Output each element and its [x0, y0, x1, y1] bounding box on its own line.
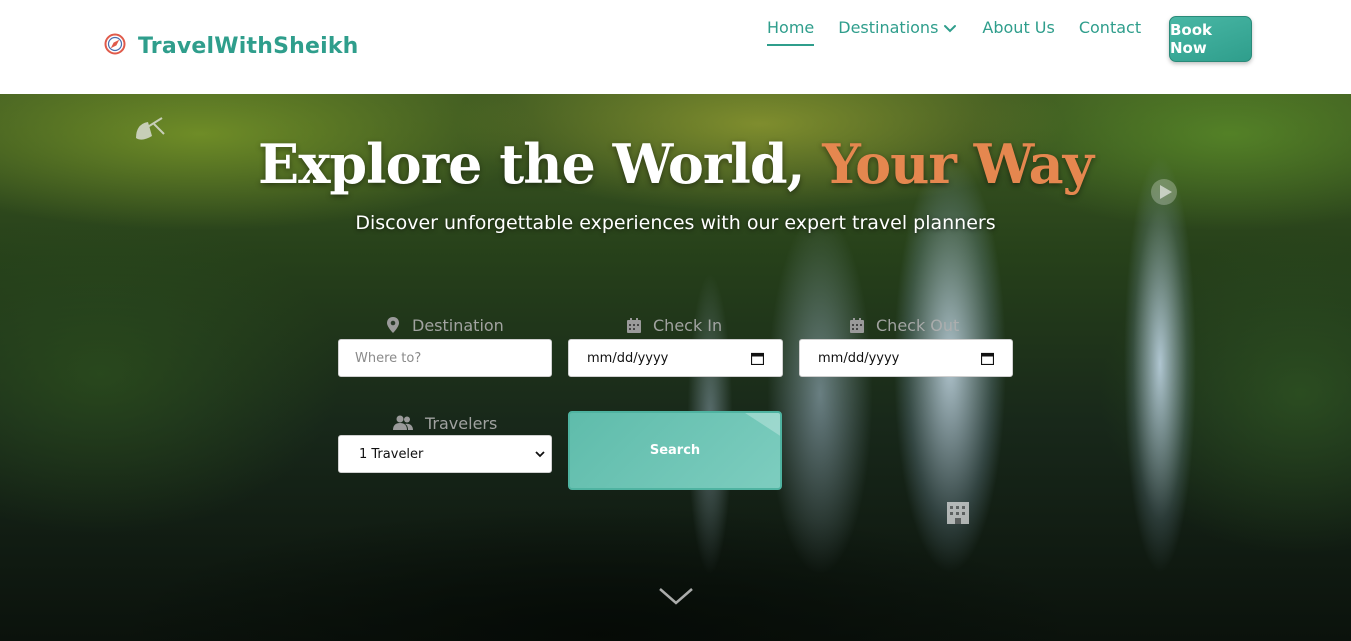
checkin-label-text: Check In: [653, 315, 723, 335]
calendar-icon: [627, 317, 641, 333]
checkout-value: mm/dd/yyyy: [818, 350, 900, 366]
hotel-icon: [947, 502, 969, 524]
checkout-label: Check Out: [850, 313, 959, 337]
brand-logo[interactable]: TravelWithSheikh: [104, 33, 359, 59]
checkin-label: Check In: [627, 313, 722, 337]
main-nav: Home Destinations About Us Contact: [767, 18, 1165, 46]
hero-title-main: Explore the World,: [258, 132, 823, 196]
chevron-down-icon: [535, 451, 545, 458]
destination-placeholder: Where to?: [355, 350, 422, 366]
travelers-label: Travelers: [393, 411, 497, 435]
search-button-corner: [742, 413, 780, 437]
site-header: TravelWithSheikh Home Destinations About…: [0, 0, 1351, 94]
search-button-label: Search: [649, 443, 701, 458]
checkout-label-text: Check Out: [876, 315, 960, 335]
nav-about[interactable]: About Us: [982, 18, 1054, 44]
calendar-icon: [850, 317, 864, 333]
users-icon: [393, 415, 413, 430]
nav-contact[interactable]: Contact: [1079, 18, 1141, 44]
checkout-date-input[interactable]: mm/dd/yyyy: [799, 339, 1013, 377]
brand-name: TravelWithSheikh: [138, 33, 359, 59]
hero-subtitle: Discover unforgettable experiences with …: [355, 212, 996, 234]
nav-destinations-label: Destinations: [838, 18, 939, 37]
travelers-select[interactable]: 1 Traveler: [338, 435, 552, 473]
checkin-date-input[interactable]: mm/dd/yyyy: [568, 339, 783, 377]
compass-icon: [104, 33, 138, 59]
map-pin-icon: [387, 317, 399, 333]
chevron-down-icon: [944, 24, 957, 32]
nav-home[interactable]: Home: [767, 18, 815, 46]
calendar-picker-icon[interactable]: [981, 352, 994, 365]
hero-title: Explore the World, Your Way: [0, 132, 1351, 196]
scroll-down-icon[interactable]: [658, 586, 694, 606]
checkin-value: mm/dd/yyyy: [587, 350, 669, 366]
travelers-label-text: Travelers: [425, 413, 498, 433]
search-button[interactable]: Search: [568, 411, 782, 490]
destination-label-text: Destination: [412, 315, 504, 335]
book-now-button[interactable]: Book Now: [1169, 16, 1252, 62]
travelers-value: 1 Traveler: [359, 446, 424, 462]
hero-title-accent: Your Way: [822, 132, 1094, 196]
hero-section: Explore the World, Your Way Discover unf…: [0, 94, 1351, 641]
destination-label: Destination: [386, 313, 504, 337]
nav-destinations[interactable]: Destinations: [838, 18, 958, 44]
destination-input[interactable]: Where to?: [338, 339, 552, 377]
calendar-picker-icon[interactable]: [751, 352, 764, 365]
